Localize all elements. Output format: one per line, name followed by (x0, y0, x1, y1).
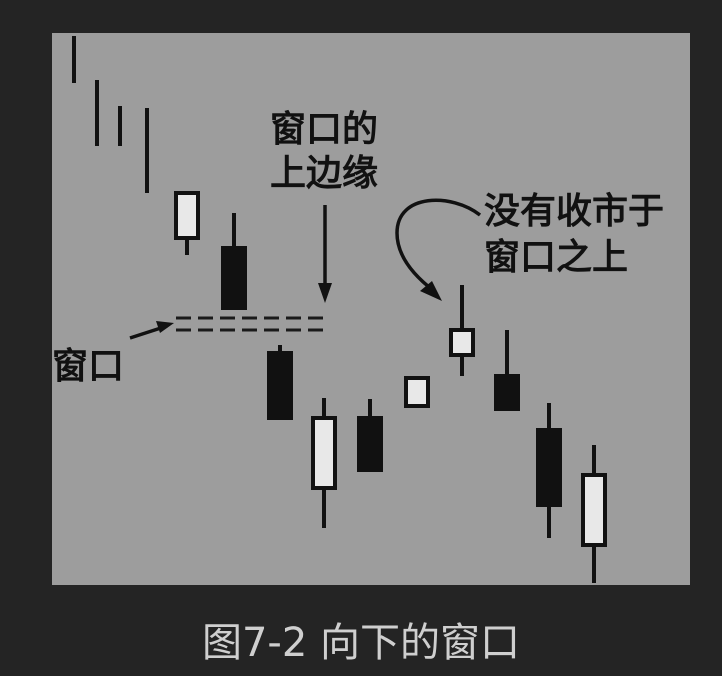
candle-body (174, 191, 200, 240)
candlestick-chart: 窗口 窗口的 上边缘 没有收市于 窗口之上 (52, 33, 690, 585)
candle-body (357, 416, 383, 472)
annotation-upper-edge-line2: 上边缘 (270, 153, 378, 194)
arrow-upper-edge-head (318, 283, 332, 303)
candle-body (221, 246, 247, 310)
candle-body (267, 351, 293, 420)
candle-body (449, 328, 475, 357)
candle-body (581, 473, 607, 547)
annotation-no-close-line1: 没有收市于 (484, 191, 664, 232)
candle-body (311, 416, 337, 490)
annotation-upper-edge-line1: 窗口的 (270, 109, 378, 150)
arrow-no-close (395, 198, 482, 293)
candle-body (536, 428, 562, 507)
candle-body (404, 376, 430, 408)
gap-window-lines (176, 316, 323, 332)
candle-body (494, 374, 520, 411)
annotation-no-close-line2: 窗口之上 (484, 237, 628, 278)
arrow-window-head (156, 321, 174, 333)
figure: 窗口 窗口的 上边缘 没有收市于 窗口之上 图7-2 向下的窗口 (0, 0, 722, 676)
annotation-window: 窗口 (52, 346, 124, 387)
figure-caption: 图7-2 向下的窗口 (201, 620, 521, 666)
